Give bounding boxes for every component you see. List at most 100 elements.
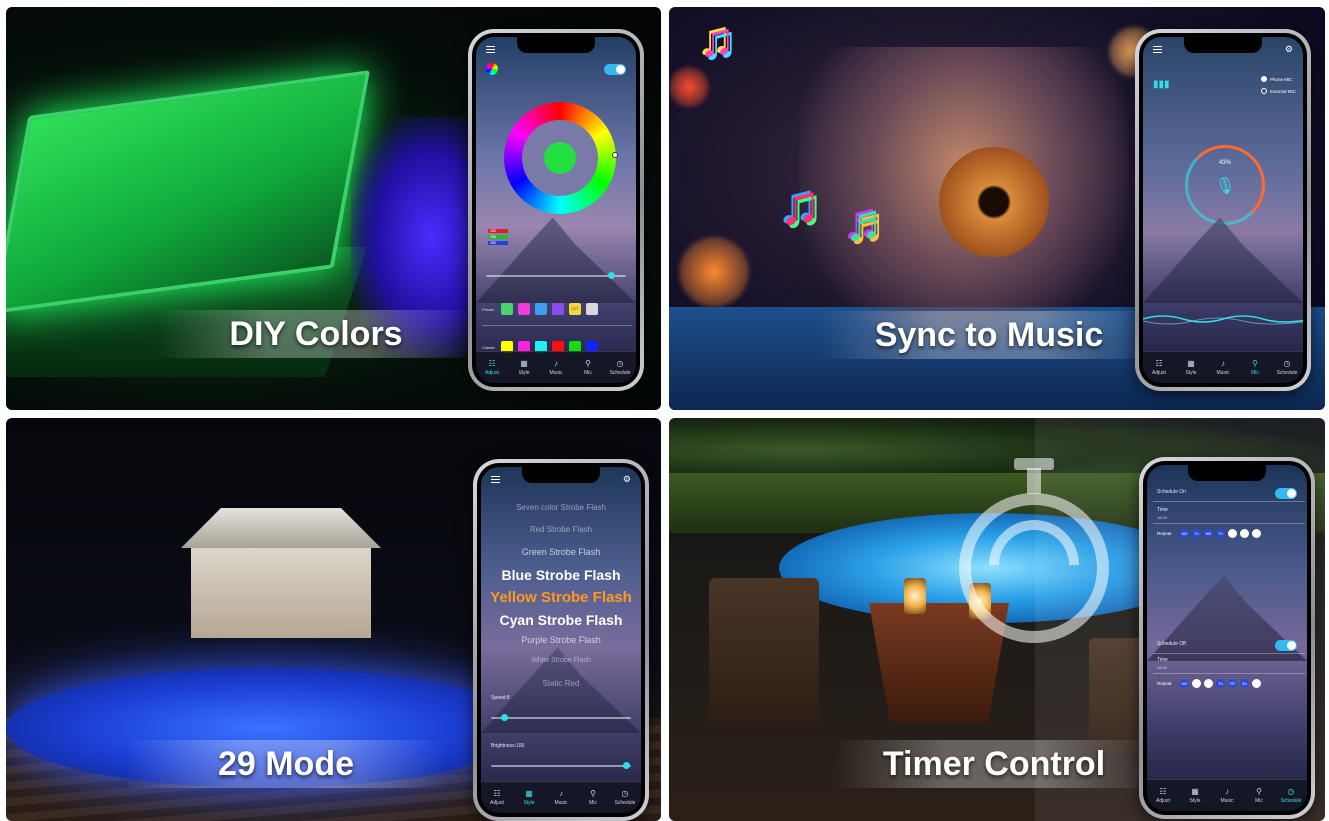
mode-item[interactable]: Seven color Strobe Flash (481, 503, 641, 512)
day-toggle[interactable]: MO (1180, 679, 1189, 688)
menu-icon[interactable] (1153, 46, 1162, 53)
day-toggle[interactable]: TU (1192, 529, 1201, 538)
gear-icon[interactable]: ⚙ (1285, 44, 1293, 55)
tab-adjust[interactable]: ☷ Adjust (482, 789, 512, 806)
tab-music[interactable]: ♪ Music (546, 788, 576, 806)
tab-schedule[interactable]: ◷ Schedule (1276, 787, 1306, 804)
brightness-slider[interactable] (491, 762, 631, 769)
grid-icon: ▦ (1191, 786, 1199, 796)
tab-style[interactable]: ▦ Style (514, 788, 544, 806)
clock-icon: ◷ (1283, 358, 1291, 368)
power-toggle[interactable] (604, 64, 626, 75)
tab-mic[interactable]: ⚲ Mic (1244, 786, 1274, 804)
gazebo (181, 508, 381, 648)
tab-mic[interactable]: ⚲ Mic (1240, 359, 1270, 376)
preset-swatch[interactable] (518, 303, 530, 315)
mode-item[interactable]: Static Red (481, 679, 641, 688)
day-toggle[interactable] (1252, 529, 1261, 538)
day-toggle[interactable] (1204, 679, 1213, 688)
speed-slider[interactable] (491, 714, 631, 721)
clock-icon: ◷ (616, 358, 624, 368)
tab-schedule[interactable]: ◷ Schedule (605, 358, 635, 376)
tab-adjust[interactable]: ☷ Adjust (1144, 358, 1174, 376)
equalizer-icon: ▮▮▮ (1153, 79, 1170, 90)
repeat-on-row: Repeat MO TU WE TH (1157, 529, 1261, 538)
menu-icon[interactable] (486, 46, 495, 53)
mode-item[interactable]: Green Strobe Flash (481, 547, 641, 557)
green-value: 255 (488, 235, 508, 239)
clock-icon: ◷ (621, 788, 629, 798)
tab-music[interactable]: ♪ Music (1212, 787, 1242, 804)
tab-bar: ☷ Adjust ▦ Style ♪ Music ⚲ Mic ◷ Schedule (1143, 351, 1303, 383)
brightness-slider[interactable] (486, 272, 626, 279)
music-note-icon: ♪ (559, 788, 563, 798)
wheel-picker-handle[interactable] (612, 152, 618, 158)
schedule-off-toggle[interactable] (1275, 640, 1297, 651)
color-wheel[interactable] (504, 102, 618, 214)
day-toggle[interactable]: TH (1216, 529, 1225, 538)
product-feature-grid: DIY Colors 255 255 255 Preset CCT Classi… (0, 0, 1329, 821)
tab-music[interactable]: ♪ Music (1208, 358, 1238, 376)
day-toggle[interactable]: WE (1204, 529, 1213, 538)
blue-value: 255 (488, 241, 508, 245)
tab-schedule[interactable]: ◷ Schedule (1272, 358, 1302, 376)
mode-item[interactable]: Purple Strobe Flash (481, 635, 641, 645)
tab-adjust[interactable]: ☷ Adjust (1148, 787, 1178, 804)
phone-mic-option[interactable]: Phone MIC (1261, 76, 1293, 82)
menu-icon[interactable] (491, 476, 500, 483)
mode-item[interactable]: Cyan Strobe Flash (481, 612, 641, 628)
music-note-icon: ♪ (554, 358, 558, 368)
phone-diy: 255 255 255 Preset CCT Classic ☷ Adjust … (468, 29, 644, 391)
day-toggle[interactable]: TH (1216, 679, 1225, 688)
caption-sync-to-music: Sync to Music (819, 311, 1159, 359)
day-toggle[interactable] (1228, 529, 1237, 538)
tab-adjust[interactable]: ☷ Adjust (477, 358, 507, 376)
music-note-icon: ♪ (1221, 358, 1225, 368)
external-mic-option[interactable]: External MIC (1261, 88, 1296, 94)
mode-item[interactable]: Red Strobe Flash (481, 525, 641, 534)
music-notes-icon: ♫ (699, 14, 735, 67)
repeat-off-row: Repeat MO TH FR SA (1157, 679, 1261, 688)
grid-icon: ▦ (1187, 358, 1195, 368)
tab-bar: ☷ Adjust ▦ Style ♪ Music ⚲ Mic ◷ Schedule (476, 351, 636, 383)
day-toggle[interactable]: SA (1240, 679, 1249, 688)
day-toggle[interactable] (1252, 679, 1261, 688)
day-toggle[interactable] (1192, 679, 1201, 688)
schedule-on-toggle[interactable] (1275, 488, 1297, 499)
tab-music[interactable]: ♪ Music (541, 358, 571, 376)
tab-style[interactable]: ▦ Style (509, 358, 539, 376)
color-wheel-icon[interactable] (486, 63, 498, 75)
mode-item-selected[interactable]: Yellow Strobe Flash (481, 589, 641, 606)
preset-swatch[interactable] (501, 303, 513, 315)
sliders-icon: ☷ (1155, 358, 1163, 368)
wicker-chair (709, 578, 819, 728)
tab-bar: ☷ Adjust ▦ Style ♪ Music ⚲ Mic ◷ Schedule (1147, 779, 1307, 811)
preset-label: Preset (482, 306, 494, 312)
mic-icon: ⚲ (590, 788, 596, 798)
time-off-value[interactable]: 06:00 (1157, 665, 1167, 670)
day-toggle[interactable]: FR (1228, 679, 1237, 688)
day-toggle[interactable] (1240, 529, 1249, 538)
mode-item[interactable]: White Strobe Flash (481, 657, 641, 664)
sensitivity-ring[interactable]: 43% 🎙 (1185, 145, 1265, 225)
tab-schedule[interactable]: ◷ Schedule (610, 788, 640, 806)
phone-music: ⚙ ▮▮▮ Phone MIC External MIC 43% 🎙 ☷ Adj… (1135, 29, 1311, 391)
preset-swatch[interactable] (586, 303, 598, 315)
guitar (939, 147, 1049, 257)
tab-style[interactable]: ▦ Style (1180, 786, 1210, 804)
grid-icon: ▦ (525, 788, 533, 798)
microphone-icon: 🎙 (1214, 178, 1236, 195)
tab-mic[interactable]: ⚲ Mic (578, 788, 608, 806)
day-toggle[interactable]: MO (1180, 529, 1189, 538)
sliders-icon: ☷ (488, 358, 496, 368)
time-on-value[interactable]: 18:00 (1157, 515, 1167, 520)
preset-swatch[interactable] (535, 303, 547, 315)
gear-icon[interactable]: ⚙ (623, 474, 631, 485)
tab-mic[interactable]: ⚲ Mic (573, 359, 603, 376)
mode-item[interactable]: Blue Strobe Flash (481, 567, 641, 583)
tab-style[interactable]: ▦ Style (1176, 358, 1206, 376)
preset-cct-swatch[interactable]: CCT (569, 303, 581, 315)
preset-swatch[interactable] (552, 303, 564, 315)
grid-icon: ▦ (520, 358, 528, 368)
mic-icon: ⚲ (1256, 786, 1262, 796)
